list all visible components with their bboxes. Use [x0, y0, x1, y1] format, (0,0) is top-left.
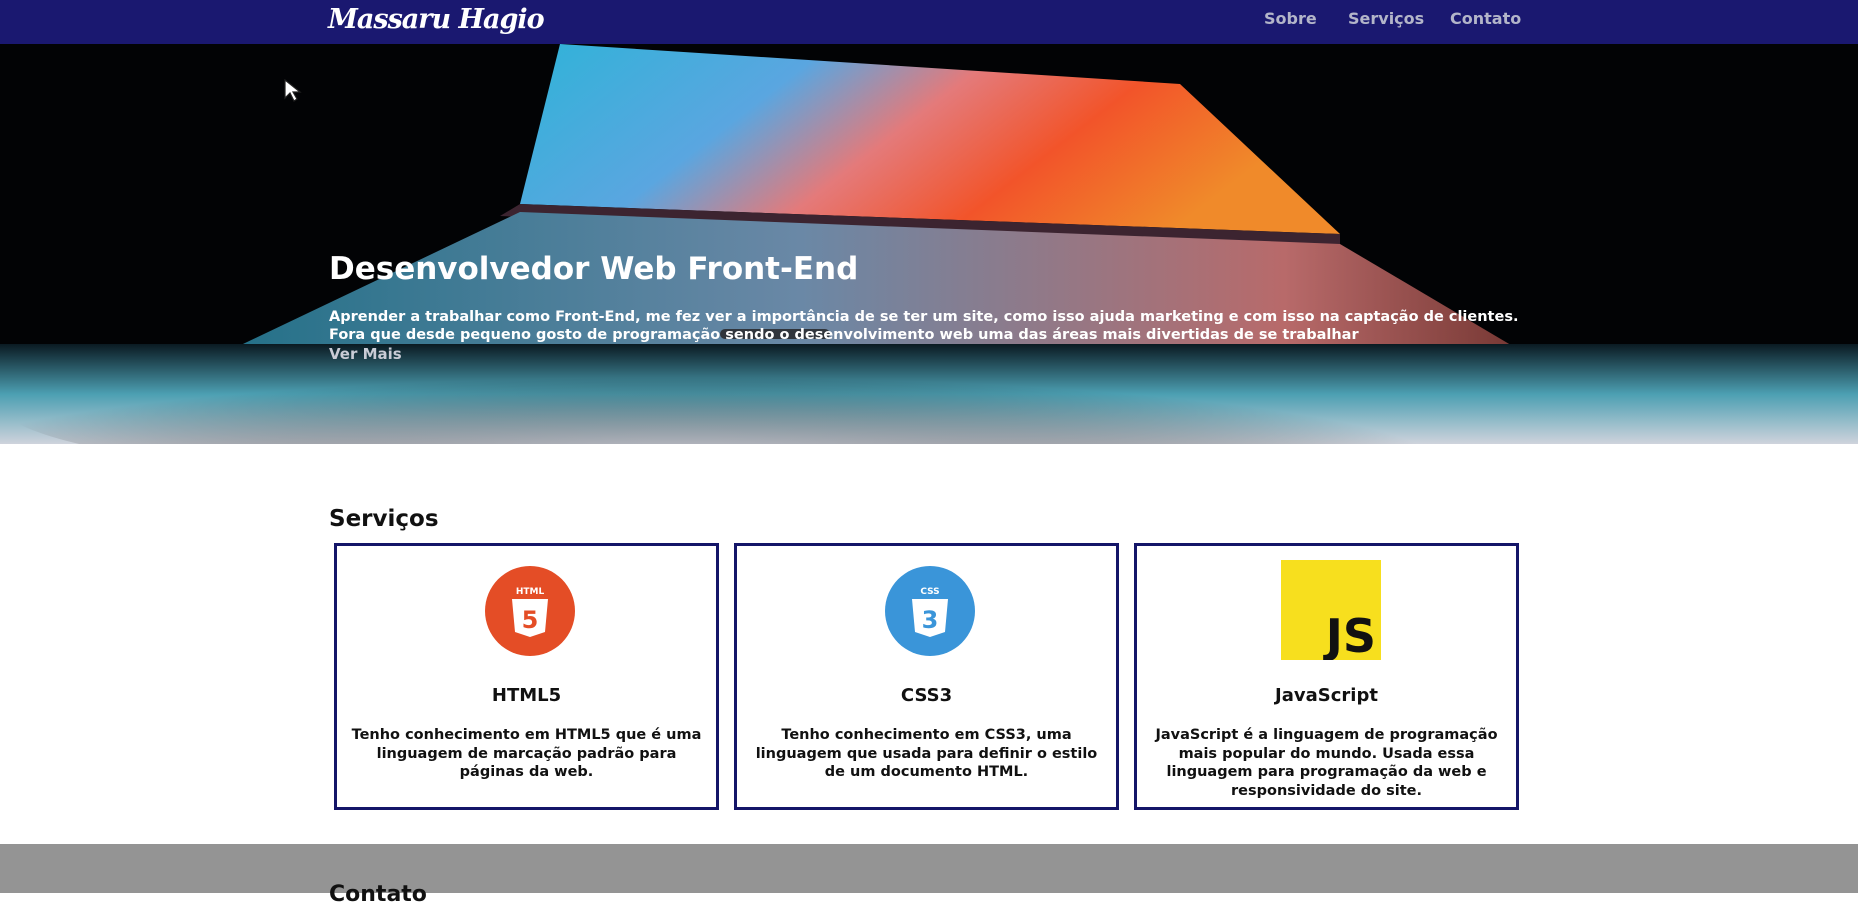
svg-text:CSS: CSS [920, 587, 939, 597]
html5-icon: HTML 5 [485, 566, 575, 656]
contact-section: Contato [0, 844, 1858, 907]
service-card-javascript: JS JavaScript JavaScript é a linguagem d… [1134, 543, 1519, 810]
card-description: JavaScript é a linguagem de programação … [1155, 727, 1498, 799]
brand-logo[interactable]: Massaru Hagio [328, 0, 545, 44]
svg-text:HTML: HTML [516, 587, 545, 597]
mouse-cursor-icon [284, 79, 302, 102]
service-card-css3: CSS 3 CSS3 Tenho conhecimento em CSS3, u… [734, 543, 1119, 810]
card-title: CSS3 [900, 685, 953, 706]
svg-text:JS: JS [1323, 609, 1376, 660]
ver-mais-link[interactable]: Ver Mais [329, 345, 402, 363]
card-title: JavaScript [1275, 685, 1378, 706]
hero-banner: Desenvolvedor Web Front-End Aprender a t… [0, 44, 1858, 444]
nav-link-contato[interactable]: Contato [1450, 0, 1521, 38]
css3-icon: CSS 3 [885, 566, 975, 656]
laptop-background-image [0, 44, 1858, 444]
services-title: Serviços [329, 506, 439, 533]
nav-link-servicos[interactable]: Serviços [1348, 0, 1424, 38]
card-description: Tenho conhecimento em CSS3, uma linguage… [755, 727, 1098, 780]
hero-description: Aprender a trabalhar como Front-End, me … [329, 308, 1519, 343]
contact-title: Contato [329, 882, 427, 907]
service-card-html5: HTML 5 HTML5 Tenho conhecimento em HTML5… [334, 543, 719, 810]
hero-title: Desenvolvedor Web Front-End [329, 250, 859, 287]
navbar: Massaru Hagio Sobre Serviços Contato [0, 0, 1858, 44]
nav-link-sobre[interactable]: Sobre [1264, 0, 1317, 38]
javascript-icon: JS [1281, 560, 1381, 660]
svg-text:3: 3 [922, 606, 939, 634]
svg-text:5: 5 [522, 606, 539, 634]
card-description: Tenho conhecimento em HTML5 que é uma li… [351, 727, 702, 780]
card-title: HTML5 [491, 685, 562, 706]
